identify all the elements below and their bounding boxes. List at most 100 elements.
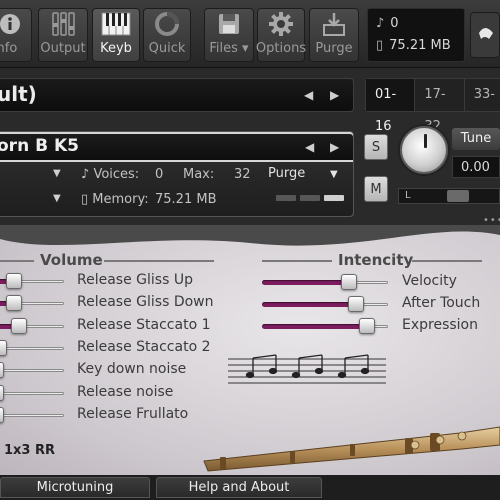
instrument-panel: orn B K5 ◀ ▶ ▼ ▼ ♪ Voices: 0 Max: 32 Pur… — [0, 131, 354, 217]
slider-velocity[interactable] — [262, 274, 388, 292]
instrument-name[interactable]: orn B K5 — [0, 136, 79, 156]
music-notation-image — [228, 354, 386, 384]
intencity-divider-right — [412, 260, 482, 262]
tab-01-16[interactable]: 01-16 — [366, 79, 416, 134]
options-label: Options — [255, 41, 307, 56]
solo-button[interactable]: S — [364, 134, 388, 160]
max-voices-value[interactable]: 32 — [234, 167, 251, 182]
toolbar-right-panel — [470, 12, 500, 58]
mute-button[interactable]: M — [364, 176, 388, 202]
voices-value: 0 — [155, 167, 164, 182]
memory-icon: ▯ — [376, 38, 384, 53]
voices-count: 0 — [390, 16, 399, 31]
slider-label: Release Frullato — [77, 405, 189, 422]
slider-label: After Touch — [402, 295, 481, 311]
intencity-title: Intencity — [338, 251, 414, 269]
channel-tabs: 01-16 17-32 33- — [365, 78, 500, 134]
slider-track — [0, 413, 64, 417]
tune-knob[interactable] — [400, 126, 448, 174]
volume-divider-left — [0, 260, 34, 262]
files-button[interactable]: Files ▾ — [204, 8, 254, 62]
midi-dropdown-icon[interactable]: ▼ — [53, 193, 61, 204]
slider-label: Release Staccato 1 — [77, 316, 211, 333]
intencity-divider-left — [262, 260, 332, 262]
instrument-title-bar: orn B K5 ◀ ▶ — [0, 134, 353, 160]
voices-icon: ♪ — [81, 167, 90, 182]
output-button[interactable]: Output — [38, 8, 88, 62]
slider-label: Velocity — [402, 273, 457, 289]
slider-track — [0, 391, 64, 395]
max-label: Max: — [183, 167, 215, 182]
slider-handle[interactable] — [0, 339, 7, 356]
slider-handle[interactable] — [11, 317, 27, 334]
slider-fill — [262, 324, 367, 329]
tab-17-32[interactable]: 17-32 — [415, 79, 465, 134]
instrument-info: ▼ ▼ ♪ Voices: 0 Max: 32 Purge ▼ ▯ Memory… — [0, 162, 353, 216]
slider-release-staccato-1[interactable] — [0, 317, 64, 336]
keyb-label: Keyb — [100, 41, 132, 56]
faders-icon — [50, 9, 76, 39]
slider-track — [0, 369, 64, 373]
chevron-down-icon: ▾ — [237, 41, 249, 56]
slider-expression[interactable] — [262, 318, 388, 336]
instrument-header: ult) ◀ ▶ 01-16 17-32 33- orn B K5 ◀ ▶ ▼ … — [0, 68, 500, 226]
gear-icon — [268, 9, 294, 39]
keyboard-icon — [101, 9, 131, 39]
purge-label: Purge — [315, 41, 353, 56]
slider-handle[interactable] — [341, 274, 357, 290]
slider-handle[interactable] — [0, 406, 4, 423]
memory-label: Memory: — [92, 192, 149, 207]
options-button[interactable]: Options — [255, 8, 307, 62]
tab-help-and-about[interactable]: Help and About — [156, 477, 322, 498]
slider-release-staccato-2[interactable] — [0, 339, 64, 358]
info-icon — [0, 9, 22, 39]
volume-divider-right — [104, 260, 214, 262]
slider-track — [0, 346, 64, 350]
prev-multi-arrow-icon[interactable]: ◀ — [304, 88, 313, 102]
slider-release-noise[interactable] — [0, 384, 64, 403]
info-button[interactable]: Info — [0, 8, 32, 62]
keyb-button[interactable]: Keyb — [92, 8, 140, 62]
memory-value: 75.21 MB — [155, 192, 217, 207]
slider-label: Release Gliss Down — [77, 294, 214, 311]
slider-handle[interactable] — [6, 295, 22, 312]
tab-33-48[interactable]: 33- — [465, 79, 500, 111]
horn-instrument-image — [203, 426, 500, 472]
slider-handle[interactable] — [348, 296, 364, 312]
output-label: Output — [40, 41, 86, 56]
pan-handle[interactable] — [447, 190, 469, 202]
next-multi-arrow-icon[interactable]: ▶ — [330, 88, 339, 102]
purge-dropdown-label: Purge — [268, 166, 306, 181]
slider-release-gliss-down[interactable] — [0, 295, 64, 313]
slider-label: Release noise — [77, 383, 174, 400]
slider-release-frullato[interactable] — [0, 406, 64, 425]
purge-button[interactable]: Purge — [309, 8, 359, 62]
multi-rack-bar[interactable]: ult) ◀ ▶ — [0, 78, 354, 112]
purge-dropdown[interactable]: Purge ▼ — [268, 166, 348, 186]
next-instrument-arrow-icon[interactable]: ▶ — [330, 140, 339, 154]
purge-meter-segment — [276, 195, 296, 201]
tab-microtuning[interactable]: Microtuning — [0, 477, 150, 498]
slider-handle[interactable] — [359, 318, 375, 334]
tuner-icon — [479, 28, 493, 39]
slider-handle[interactable] — [0, 362, 4, 379]
slider-fill — [262, 302, 356, 307]
prev-instrument-arrow-icon[interactable]: ◀ — [305, 140, 314, 154]
slider-key-down-noise[interactable] — [0, 362, 64, 380]
files-label: Files — [209, 41, 238, 56]
output-dropdown-icon[interactable]: ▼ — [53, 168, 61, 179]
slider-handle[interactable] — [0, 384, 4, 401]
quick-button[interactable]: Quick — [143, 8, 191, 62]
info-label: Info — [0, 41, 18, 56]
slider-handle[interactable] — [6, 273, 22, 289]
slider-after-touch[interactable] — [262, 296, 388, 314]
quick-load-icon — [154, 9, 180, 39]
slider-label: Expression — [402, 317, 478, 333]
chevron-down-icon: ▼ — [330, 169, 338, 180]
pan-slider[interactable]: L — [398, 188, 500, 204]
multi-name: ult) — [0, 82, 37, 106]
system-meter: ♪ 0 ▯ 75.21 MB — [367, 8, 465, 62]
tune-value[interactable]: 0.00 — [452, 156, 500, 178]
slider-release-gliss-up[interactable] — [0, 273, 64, 291]
purge-meter-segment — [300, 195, 320, 201]
